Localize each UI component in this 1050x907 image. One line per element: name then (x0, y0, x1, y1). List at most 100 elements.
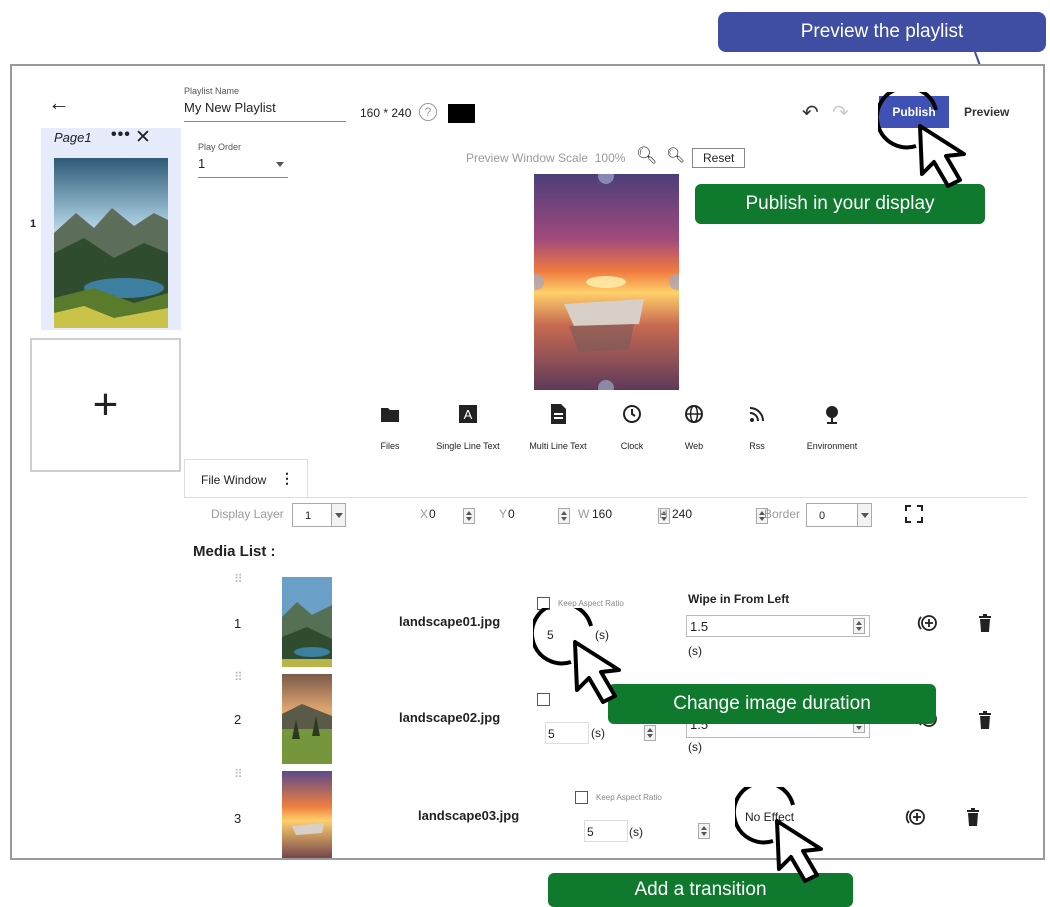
h-input[interactable]: 240 (672, 507, 692, 521)
media-index: 2 (234, 712, 242, 727)
thermometer-icon (826, 406, 838, 424)
tool-clock[interactable]: Clock (612, 402, 652, 451)
tool-web[interactable]: Web (674, 402, 714, 451)
playlist-name-label: Playlist Name (184, 86, 240, 96)
delete-icon[interactable] (966, 808, 980, 826)
add-page-plus-icon: + (92, 380, 119, 429)
rss-icon (749, 407, 764, 422)
tool-files[interactable]: Files (372, 402, 408, 451)
tab-divider (184, 497, 1027, 498)
page-label: Page1 (54, 130, 92, 145)
drag-handle-icon[interactable]: ⠿ (234, 670, 243, 684)
zoom-out-icon[interactable]: 🔍︎ (636, 146, 658, 166)
duration-unit: (s) (591, 726, 605, 740)
y-stepper[interactable] (558, 508, 571, 524)
folder-icon (381, 408, 399, 422)
cursor-click-icon (878, 92, 966, 188)
w-label: W (578, 507, 590, 521)
reset-button[interactable]: Reset (692, 148, 746, 168)
duration-stepper[interactable] (698, 823, 711, 839)
play-order-select[interactable]: 1 (198, 156, 288, 178)
tool-label: Files (380, 441, 400, 451)
duration-stepper[interactable] (643, 725, 656, 741)
back-arrow-icon[interactable]: ← (48, 90, 70, 116)
x-input[interactable]: 0 (429, 507, 436, 521)
cursor-click-icon (735, 787, 823, 883)
svg-text:A: A (464, 407, 473, 422)
resolution-text: 160 * 240 (360, 106, 412, 120)
preview-callout-text: Preview the playlist (800, 21, 964, 42)
add-page-button[interactable]: + (30, 338, 181, 472)
play-order-value: 1 (198, 156, 206, 171)
dropdown-arrow-icon (276, 162, 284, 167)
media-filename: landscape02.jpg (399, 710, 501, 725)
tab-menu-icon[interactable]: ⋮ (280, 470, 294, 487)
playlist-name-input[interactable]: My New Playlist (184, 100, 346, 122)
y-label: Y (499, 507, 508, 521)
redo-icon[interactable]: ↷ (832, 100, 849, 125)
display-layer-select[interactable]: 1 (292, 503, 346, 527)
h-label: H (659, 507, 668, 521)
globe-icon (685, 405, 703, 423)
transition-duration-input[interactable]: 1.5 (686, 615, 870, 637)
w-input[interactable]: 160 (592, 507, 612, 521)
page-thumbnail (54, 158, 168, 328)
duration-input[interactable]: 5 (545, 722, 589, 744)
publish-callout-text: Publish in your display (745, 193, 935, 214)
preview-playlist-callout: Preview the playlist (718, 12, 1046, 52)
duration-callout: Change image duration (608, 684, 936, 724)
cursor-click-icon (533, 608, 621, 704)
tool-label: Environment (806, 441, 858, 451)
transition-select[interactable]: Wipe in From Left (688, 592, 789, 606)
background-color-swatch[interactable] (448, 104, 475, 123)
duration-input[interactable]: 5 (584, 820, 628, 842)
media-filename: landscape01.jpg (399, 614, 501, 629)
document-icon (551, 404, 566, 424)
border-value: 0 (819, 510, 826, 522)
media-filename: landscape03.jpg (418, 808, 520, 823)
tool-label: Clock (620, 441, 644, 451)
keep-aspect-label: Keep Aspect Ratio (558, 599, 624, 608)
tab-file-window[interactable]: File Window ⋮ (184, 459, 308, 497)
border-select[interactable]: 0 (806, 503, 872, 527)
tool-label: Single Line Text (436, 441, 500, 451)
zoom-in-icon[interactable]: 🔍︎ (666, 146, 685, 164)
transition-duration-stepper[interactable] (853, 618, 865, 634)
tool-rss[interactable]: Rss (737, 402, 777, 451)
media-thumbnail (282, 674, 332, 764)
page-index: 1 (30, 218, 37, 230)
media-index: 1 (234, 616, 242, 631)
fullscreen-icon[interactable] (905, 505, 923, 523)
playlist-name-value: My New Playlist (184, 100, 276, 115)
transition-duration-value: 1.5 (690, 618, 709, 634)
x-stepper[interactable] (463, 508, 475, 524)
more-options-icon[interactable]: ••• (111, 126, 131, 144)
tool-label: Rss (749, 441, 765, 451)
page-card-1[interactable]: Page1 ••• ✕ (41, 126, 181, 330)
drag-handle-icon[interactable]: ⠿ (234, 767, 243, 781)
media-index: 3 (234, 811, 242, 826)
duration-unit: (s) (629, 825, 643, 839)
transition-duration-unit: (s) (688, 740, 702, 754)
tool-single-line-text[interactable]: A Single Line Text (432, 402, 504, 451)
media-thumbnail (282, 577, 332, 667)
border-dropdown-icon (857, 504, 871, 526)
delete-icon[interactable] (978, 614, 992, 632)
preview-canvas (534, 174, 679, 390)
undo-icon[interactable]: ↶ (802, 100, 819, 125)
tool-label: Web (684, 441, 704, 451)
drag-handle-icon[interactable]: ⠿ (234, 572, 243, 586)
delete-icon[interactable] (978, 711, 992, 729)
tool-multi-line-text[interactable]: Multi Line Text (522, 402, 594, 451)
close-page-icon[interactable]: ✕ (135, 126, 151, 149)
preview-scale-label: Preview Window Scale (466, 151, 589, 165)
add-transition-icon[interactable] (904, 808, 928, 826)
add-transition-icon[interactable] (916, 614, 940, 632)
y-input[interactable]: 0 (508, 507, 515, 521)
media-thumbnail (282, 771, 332, 858)
play-order-label: Play Order (198, 142, 242, 152)
keep-aspect-checkbox[interactable] (575, 791, 588, 804)
border-label: Border (764, 507, 801, 521)
help-icon[interactable]: ? (419, 103, 437, 121)
tool-environment[interactable]: Environment (802, 402, 862, 451)
